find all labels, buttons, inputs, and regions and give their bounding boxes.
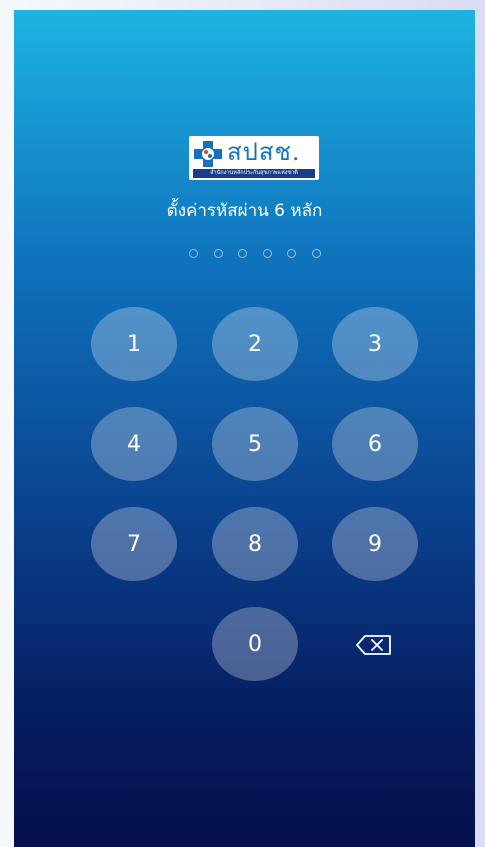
pin-setup-screen: สปสช. สำนักงานหลักประกันสุขภาพแห่งชาติ ต… [14,10,475,847]
pin-dot [213,249,223,258]
key-2[interactable]: 2 [212,307,298,381]
health-cross-icon [194,141,222,167]
pin-dot [287,249,297,258]
key-6[interactable]: 6 [332,407,418,481]
page-title: ตั้งค่ารหัสผ่าน 6 หลัก [166,201,323,221]
logo-sub-text: สำนักงานหลักประกันสุขภาพแห่งชาติ [193,169,315,178]
key-1[interactable]: 1 [91,307,177,381]
key-8[interactable]: 8 [212,507,298,581]
key-3[interactable]: 3 [332,307,418,381]
pin-dot [262,249,272,258]
logo-main-text: สปสช. [227,138,301,166]
key-0[interactable]: 0 [212,607,298,681]
page: สปสช. สำนักงานหลักประกันสุขภาพแห่งชาติ ต… [0,0,485,847]
key-5[interactable]: 5 [212,407,298,481]
pin-dot [238,249,248,258]
key-9[interactable]: 9 [332,507,418,581]
pin-dot [189,249,198,258]
backspace-icon [356,635,391,655]
key-4[interactable]: 4 [91,407,177,481]
pin-dot [311,249,321,258]
nhso-logo: สปสช. สำนักงานหลักประกันสุขภาพแห่งชาติ [189,136,319,180]
backspace-button[interactable] [354,632,394,658]
pin-indicator [189,249,321,261]
key-7[interactable]: 7 [91,507,177,581]
